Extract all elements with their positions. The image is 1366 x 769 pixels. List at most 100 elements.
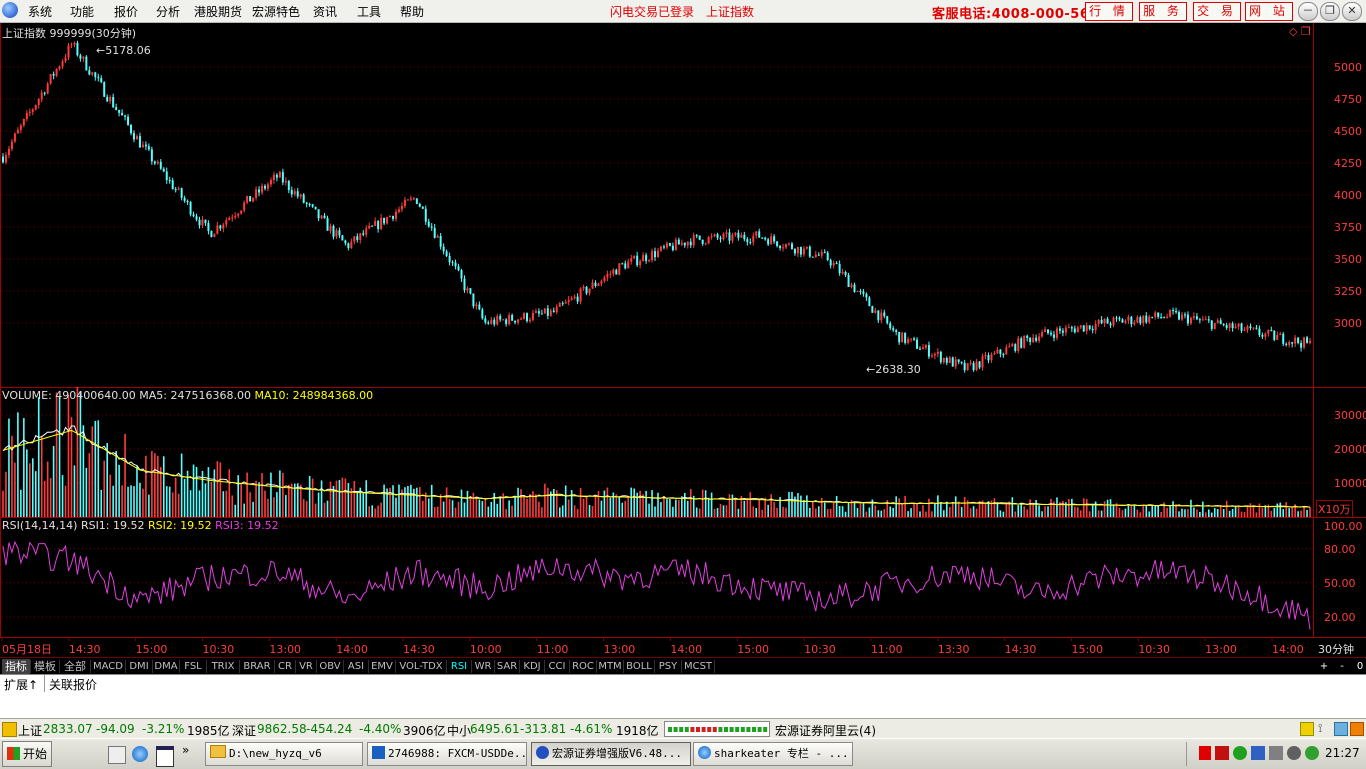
server-name[interactable]: 宏源证券阿里云(4) bbox=[775, 722, 876, 739]
volume-bar bbox=[960, 507, 963, 517]
tab-roc[interactable]: ROC bbox=[570, 659, 596, 674]
volume-bar bbox=[103, 460, 106, 517]
tab-rsi[interactable]: RSI bbox=[447, 659, 471, 674]
menu-analysis[interactable]: 分析 bbox=[156, 3, 180, 20]
tray-disk-icon[interactable] bbox=[1287, 746, 1301, 760]
tab-template[interactable]: 模板 bbox=[31, 659, 59, 674]
price-candle bbox=[49, 73, 52, 85]
tray-network-icon[interactable] bbox=[1251, 746, 1265, 760]
volume-bar bbox=[460, 489, 463, 517]
tab-emv[interactable]: EMV bbox=[369, 659, 395, 674]
volume-bar bbox=[216, 461, 219, 517]
restore-button[interactable]: ❐ bbox=[1320, 2, 1340, 21]
menu-help[interactable]: 帮助 bbox=[400, 3, 424, 20]
tab-dma[interactable]: DMA bbox=[153, 659, 179, 674]
tab-mcst[interactable]: MCST bbox=[682, 659, 714, 674]
tray-green-icon[interactable] bbox=[1233, 746, 1247, 760]
rsi-tick-label: 80.00 bbox=[1324, 543, 1356, 556]
period-label[interactable]: 30分钟 bbox=[1318, 641, 1354, 657]
volume-bar bbox=[154, 453, 156, 517]
menu-hongyuan[interactable]: 宏源特色 bbox=[252, 3, 300, 20]
volume-bar bbox=[100, 489, 103, 517]
menu-tools[interactable]: 工具 bbox=[357, 3, 381, 20]
trade-button[interactable]: 交 易 bbox=[1193, 2, 1241, 21]
tab-psy[interactable]: PSY bbox=[655, 659, 681, 674]
volume-bar bbox=[844, 511, 847, 517]
tab-trix[interactable]: TRIX bbox=[207, 659, 239, 674]
menu-quote[interactable]: 报价 bbox=[114, 3, 138, 20]
quicklaunch-desktop-icon[interactable] bbox=[156, 746, 174, 767]
tab-vr[interactable]: VR bbox=[296, 659, 316, 674]
expand-button[interactable]: 扩展↑ bbox=[4, 676, 38, 693]
start-button[interactable]: 开始 bbox=[2, 741, 52, 767]
tab-obv[interactable]: OBV bbox=[317, 659, 343, 674]
quicklaunch-ie-icon[interactable] bbox=[132, 746, 148, 762]
sh-amount: 1985亿 bbox=[187, 724, 230, 738]
alert-icon[interactable] bbox=[1350, 722, 1364, 736]
tab-dmi[interactable]: DMI bbox=[126, 659, 152, 674]
tray-volume-icon[interactable] bbox=[1269, 746, 1283, 760]
volume-bar bbox=[547, 487, 549, 517]
market-button[interactable]: 行 情 bbox=[1085, 2, 1133, 21]
chart-zoom-icon[interactable]: ◇ ❐ bbox=[1289, 25, 1311, 38]
zoom-out-button[interactable]: - bbox=[1334, 659, 1350, 674]
task-browser[interactable]: sharkeater 专栏 - ... bbox=[693, 742, 853, 766]
ie-icon bbox=[698, 746, 711, 759]
tab-all[interactable]: 全部 bbox=[60, 659, 90, 674]
tab-wr[interactable]: WR bbox=[472, 659, 494, 674]
tab-boll[interactable]: BOLL bbox=[624, 659, 654, 674]
tray-flag-icon[interactable] bbox=[1215, 746, 1229, 760]
service-button[interactable]: 服 务 bbox=[1139, 2, 1187, 21]
tab-asi[interactable]: ASI bbox=[344, 659, 368, 674]
menu-function[interactable]: 功能 bbox=[70, 3, 94, 20]
chart-canvas[interactable]: 5000 4750 4500 4250 4000 3750 3500 3250 3000 3000… bbox=[0, 23, 1366, 657]
close-button[interactable]: ✕ bbox=[1342, 2, 1362, 21]
reset-button[interactable]: 0 bbox=[1352, 659, 1366, 674]
volume-bar bbox=[948, 507, 951, 517]
volume-bar bbox=[648, 503, 650, 517]
task-fxcm[interactable]: 2746988: FXCM-USDDe... bbox=[367, 742, 527, 766]
volume-bar bbox=[1234, 505, 1237, 517]
minimize-button[interactable]: － bbox=[1298, 2, 1318, 21]
volume-bar bbox=[630, 487, 633, 517]
tab-sar[interactable]: SAR bbox=[495, 659, 519, 674]
volume-bar bbox=[624, 500, 627, 517]
website-button[interactable]: 网 站 bbox=[1245, 2, 1293, 21]
tab-mtm[interactable]: MTM bbox=[597, 659, 623, 674]
sh-change: -94.09 bbox=[96, 722, 135, 736]
volume-bar bbox=[439, 494, 442, 517]
tab-fsl[interactable]: FSL bbox=[180, 659, 206, 674]
volume-bar bbox=[951, 502, 954, 517]
quicklaunch-more-icon[interactable]: » bbox=[182, 743, 189, 757]
tab-cci[interactable]: CCI bbox=[545, 659, 569, 674]
menu-hk-futures[interactable]: 港股期货 bbox=[194, 3, 242, 20]
message-icon[interactable] bbox=[1300, 722, 1314, 736]
volume-bar bbox=[91, 426, 94, 517]
trade-login-status: 闪电交易已登录 bbox=[610, 5, 695, 19]
menu-system[interactable]: 系统 bbox=[28, 3, 52, 20]
task-hongyuan[interactable]: 宏源证券增强版V6.48... bbox=[531, 742, 691, 766]
price-candle bbox=[103, 81, 106, 98]
tab-indicator[interactable]: 指标 bbox=[2, 659, 30, 674]
menu-info[interactable]: 资讯 bbox=[313, 3, 337, 20]
task-explorer[interactable]: D:\new_hyzq_v6 bbox=[205, 742, 363, 766]
tab-vol-tdx[interactable]: VOL-TDX bbox=[396, 659, 446, 674]
quicklaunch-doc-icon[interactable] bbox=[108, 746, 126, 764]
menu-bar: 系统 功能 报价 分析 港股期货 宏源特色 资讯 工具 帮助 闪电交易已登录 上… bbox=[0, 0, 1366, 23]
time-tick-label: 13:30 bbox=[938, 643, 970, 656]
tab-cr[interactable]: CR bbox=[275, 659, 295, 674]
volume-bar bbox=[1032, 502, 1034, 517]
kline-chart[interactable]: 5000 4750 4500 4250 4000 3750 3500 3250 3000 3000… bbox=[0, 23, 1366, 657]
price-candle bbox=[939, 350, 942, 365]
zoom-in-button[interactable]: + bbox=[1316, 659, 1332, 674]
tab-macd[interactable]: MACD bbox=[91, 659, 125, 674]
tab-brar[interactable]: BRAR bbox=[240, 659, 274, 674]
volume-bar bbox=[365, 480, 368, 517]
tray-shield-icon[interactable] bbox=[1305, 746, 1319, 760]
notice-icon[interactable] bbox=[2, 722, 17, 737]
clock[interactable]: 21:27 bbox=[1325, 746, 1360, 760]
price-candle bbox=[213, 233, 216, 238]
related-quote-button[interactable]: 关联报价 bbox=[49, 676, 97, 693]
tab-kdj[interactable]: KDJ bbox=[520, 659, 544, 674]
tray-app-icon[interactable] bbox=[1199, 746, 1211, 760]
